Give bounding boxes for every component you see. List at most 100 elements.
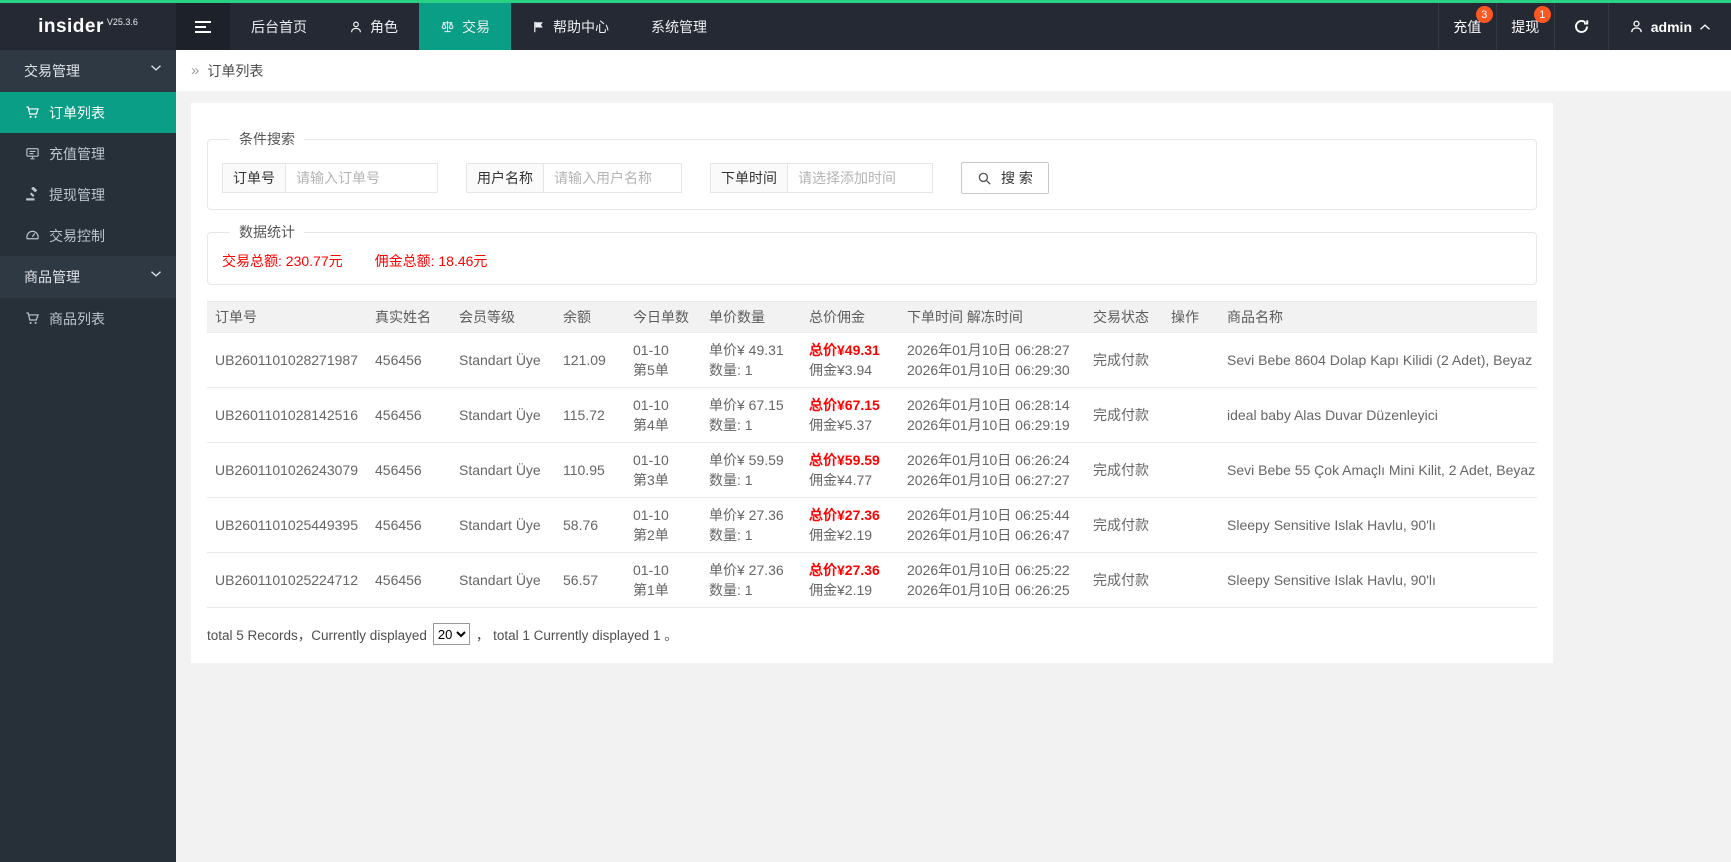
search-panel-legend: 条件搜索 [239, 131, 295, 147]
scales-icon [440, 19, 455, 34]
cell-level: Standart Üye [451, 387, 555, 443]
order-time-input[interactable] [788, 163, 933, 193]
nav-item-label: 后台首页 [251, 18, 307, 35]
cell-level: Standart Üye [451, 497, 555, 553]
orders-table: 订单号 真实姓名 会员等级 余额 今日单数 单价数量 总价佣金 下单时间 解冻时间 交易状态 操作… [207, 301, 1537, 608]
nav-item-label: 角色 [370, 18, 398, 35]
column-header: 交易状态 [1085, 301, 1163, 333]
cell-line-quantity: 数量: 1 [709, 472, 753, 488]
cell-line-total: 总价¥59.59 [809, 452, 880, 468]
cell-line-quantity: 数量: 1 [709, 527, 753, 543]
sidebar-item[interactable]: 交易控制 [0, 215, 176, 256]
cell-level: Standart Üye [451, 332, 555, 388]
sidebar-item[interactable]: 提现管理 [0, 174, 176, 215]
cell-order_time: 2026年01月10日 06:28:14 2026年01月10日 06:29:19 [899, 387, 1085, 443]
order-no-input[interactable] [286, 163, 438, 193]
shortcut-button[interactable]: 提现 1 [1495, 3, 1554, 50]
column-header: 订单号 [207, 301, 367, 333]
column-header: 操作 [1163, 301, 1219, 333]
cell-balance: 110.95 [555, 442, 625, 498]
sidebar-group[interactable]: 交易管理 [0, 50, 176, 92]
search-icon [977, 171, 992, 186]
topbar-right: 充值 3 提现 1 admin [1437, 3, 1731, 50]
app-logo: insider V25.3.6 [0, 3, 176, 50]
cell-action [1163, 442, 1219, 498]
cell-line-unit_price: 单价¥ 67.15 [709, 397, 784, 413]
nav-item[interactable]: 系统管理 [630, 3, 728, 50]
shortcuts-slot: 充值 3 提现 1 [1437, 3, 1554, 50]
orders-table-wrap: 订单号 真实姓名 会员等级 余额 今日单数 单价数量 总价佣金 下单时间 解冻时间 交易状态 操作… [207, 301, 1537, 608]
chevron-down-icon [150, 270, 162, 278]
filter-username: 用户名称 [466, 163, 682, 193]
sidebar-item[interactable]: 充值管理 [0, 133, 176, 174]
refresh-button[interactable] [1553, 3, 1608, 50]
cell-line-unfreeze_time: 2026年01月10日 06:26:25 [907, 582, 1070, 598]
cell-line-quantity: 数量: 1 [709, 582, 753, 598]
top-nav: 后台首页 角色 交易 帮助中心 系统管理 [230, 3, 728, 50]
column-header: 真实姓名 [367, 301, 451, 333]
cell-line-date: 01-10 [633, 507, 669, 523]
stats-panel-legend: 数据统计 [239, 224, 295, 240]
cell-balance: 56.57 [555, 552, 625, 608]
username: admin [1650, 18, 1692, 35]
cell-balance: 115.72 [555, 387, 625, 443]
cell-real_name: 456456 [367, 332, 451, 388]
cell-date: 01-10 第1单 [625, 552, 701, 608]
cell-line-daily: 第2单 [633, 527, 669, 543]
cell-order_time: 2026年01月10日 06:28:27 2026年01月10日 06:29:30 [899, 332, 1085, 388]
breadcrumb-arrow: » [191, 62, 200, 79]
orders-table-head: 订单号 真实姓名 会员等级 余额 今日单数 单价数量 总价佣金 下单时间 解冻时间 交易状态 操作… [207, 301, 1537, 333]
cell-line-unit_price: 单价¥ 27.36 [709, 507, 784, 523]
cell-status: 完成付款 [1085, 332, 1163, 388]
pagination-page-text: ， total 1 Currently displayed 1 。 [475, 628, 678, 643]
app-logo-text: insider [38, 15, 104, 37]
total-transaction-amount: 交易总额: 230.77元 [222, 253, 343, 269]
cell-line-date: 01-10 [633, 397, 669, 413]
cell-line-commission: 佣金¥5.37 [809, 417, 873, 433]
breadcrumb: » 订单列表 [176, 50, 1731, 91]
cell-action [1163, 552, 1219, 608]
menu-toggle-button[interactable] [176, 3, 230, 50]
cell-line-daily: 第3单 [633, 472, 669, 488]
search-button[interactable]: 搜 索 [961, 162, 1049, 194]
user-icon [349, 20, 363, 34]
gauge-icon [24, 228, 40, 243]
search-button-label: 搜 索 [1001, 170, 1033, 186]
nav-item-label: 交易 [462, 18, 490, 35]
chevron-down-icon [150, 64, 162, 72]
nav-item[interactable]: 交易 [419, 3, 511, 50]
nav-item[interactable]: 帮助中心 [511, 3, 630, 50]
cell-order_no: UB2601101025449395 [207, 497, 367, 553]
filter-username-label: 用户名称 [466, 163, 544, 193]
username-input[interactable] [544, 163, 682, 193]
column-header: 下单时间 解冻时间 [899, 301, 1085, 333]
cell-line-date: 01-10 [633, 342, 669, 358]
cell-date: 01-10 第5单 [625, 332, 701, 388]
cell-product: Sleepy Sensitive Islak Havlu, 90'lı [1219, 497, 1537, 553]
cell-line-unfreeze_time: 2026年01月10日 06:29:30 [907, 362, 1070, 378]
cell-line-daily: 第1单 [633, 582, 669, 598]
cell-real_name: 456456 [367, 552, 451, 608]
search-panel: 条件搜索 订单号 用户名称 下单时间 [207, 129, 1537, 210]
table-row: UB2601101028271987 456456 Standart Üye 121.… [207, 332, 1537, 388]
sidebar-group[interactable]: 商品管理 [0, 256, 176, 298]
orders-card: 条件搜索 订单号 用户名称 下单时间 [191, 103, 1553, 663]
column-header: 总价佣金 [801, 301, 899, 333]
page-size-select[interactable]: 20 [432, 623, 470, 645]
nav-item[interactable]: 后台首页 [230, 3, 328, 50]
sidebar-item[interactable]: 订单列表 [0, 92, 176, 133]
user-menu[interactable]: admin [1607, 3, 1731, 50]
user-icon [1629, 19, 1644, 34]
shortcut-button[interactable]: 充值 3 [1437, 3, 1496, 50]
cell-date: 01-10 第3单 [625, 442, 701, 498]
cell-total: 总价¥59.59 佣金¥4.77 [801, 442, 899, 498]
sidebar-group-label: 交易管理 [24, 63, 80, 79]
table-row: UB2601101025224712 456456 Standart Üye 56.5… [207, 552, 1537, 608]
cell-line-daily: 第5单 [633, 362, 669, 378]
orders-table-body: UB2601101028271987 456456 Standart Üye 121.… [207, 332, 1537, 608]
cell-balance: 58.76 [555, 497, 625, 553]
cell-order_no: UB2601101025224712 [207, 552, 367, 608]
nav-item[interactable]: 角色 [328, 3, 419, 50]
notification-badge: 1 [1533, 6, 1551, 23]
sidebar-item[interactable]: 商品列表 [0, 298, 176, 339]
